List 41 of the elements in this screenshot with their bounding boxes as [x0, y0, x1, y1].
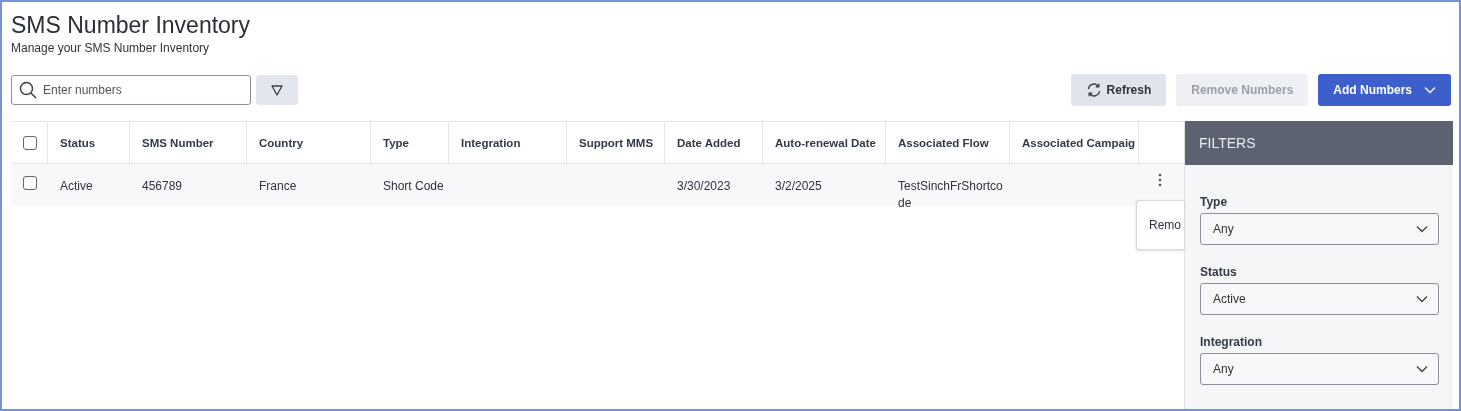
search-field[interactable]: Enter numbers [11, 75, 251, 105]
table-cell: 3/30/2023 [677, 178, 731, 195]
table-cell: France [259, 178, 297, 195]
refresh-button[interactable]: Refresh [1070, 74, 1167, 106]
filter-label: Status [1200, 265, 1238, 279]
page-subtitle: Manage your SMS Number Inventory [11, 41, 211, 55]
dropdown[interactable]: Any [1200, 353, 1439, 385]
table-cell: 456789 [142, 178, 183, 195]
column-header[interactable]: Integration [448, 122, 566, 163]
column-header[interactable]: Support MMS [566, 122, 664, 163]
column-header[interactable]: Country [246, 122, 370, 163]
filter-label: Type [1200, 195, 1229, 209]
column-header[interactable]: Type [370, 122, 448, 163]
search-icon [19, 81, 37, 99]
column-header[interactable]: Auto-renewal Date [762, 122, 885, 163]
table-cell: 3/2/2025 [775, 178, 822, 195]
chevron-down-icon [1416, 365, 1428, 373]
menu-item[interactable]: Remo [1149, 218, 1181, 232]
page-title: SMS Number Inventory [11, 11, 252, 39]
add-numbers-button[interactable]: Add Numbers [1318, 74, 1451, 106]
dropdown[interactable]: Any [1200, 213, 1439, 245]
chevron-down-icon [1416, 225, 1428, 233]
table-cell: Short Code [383, 178, 444, 195]
column-header[interactable]: Associated Flow [885, 122, 1009, 163]
more-options-icon[interactable] [1158, 173, 1162, 187]
filter-label: Integration [1200, 335, 1263, 349]
chevron-down-icon [1416, 295, 1428, 303]
column-header[interactable]: Status [47, 122, 129, 163]
chevron-down-icon [1424, 86, 1436, 94]
column-header[interactable]: SMS Number [129, 122, 246, 163]
filter-button[interactable] [256, 75, 298, 105]
table-row[interactable]: Active 456789 France Short Code 3/30/2023 3/2/2025 TestSinchFrShortcode [12, 164, 1184, 206]
checkbox[interactable] [23, 135, 37, 150]
filters-header: FILTERS [1185, 121, 1453, 165]
table-cell: Active [60, 178, 93, 195]
refresh-icon [1085, 82, 1102, 98]
column-header[interactable]: Date Added [664, 122, 762, 163]
column-header[interactable]: Associated Campaig [1009, 122, 1138, 163]
dropdown[interactable]: Active [1200, 283, 1439, 315]
filter-icon [271, 84, 283, 96]
checkbox[interactable] [23, 176, 37, 190]
